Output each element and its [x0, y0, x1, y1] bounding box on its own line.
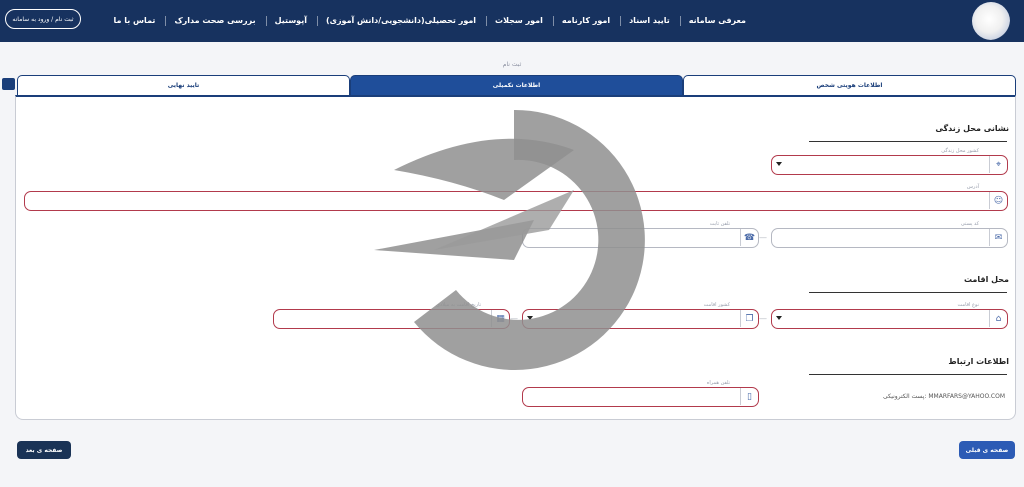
email-display: پست الکترونیکی: MMARFARS@YAHOO.COM [882, 393, 1005, 400]
chevron-down-icon [527, 316, 533, 320]
site-logo[interactable] [972, 2, 1010, 40]
country-select[interactable]: کشور محل زندگی ⌖ [771, 148, 1008, 175]
section-divider [809, 292, 1007, 293]
section-title-residence-address: نشانی محل زندگی [935, 124, 1009, 133]
address-label: آدرس [964, 184, 981, 190]
section-divider [809, 141, 1007, 142]
address-field[interactable]: آدرس ☺ [24, 184, 1008, 211]
section-divider [809, 374, 1007, 375]
nav-item-verify-documents[interactable]: بررسی صحت مدارک [165, 16, 263, 26]
email-value: MMARFARS@YAHOO.COM [928, 393, 1005, 400]
nav-item-transcripts[interactable]: امور کارنامه [552, 16, 618, 26]
top-navbar: ثبت نام / ورود به سامانه معرفی سامانه تا… [0, 0, 1024, 42]
phone-label: تلفن ثابت [707, 221, 732, 227]
residence-date-label: تاریخ اقامت به میلادی [434, 302, 483, 308]
step-tabs: اطلاعات هویتی شخص اطلاعات تکمیلی تایید ن… [17, 75, 1016, 95]
residence-country-select[interactable]: کشور اقامت ❐ [522, 302, 759, 329]
country-label: کشور محل زندگی [939, 148, 981, 154]
next-page-button[interactable]: صفحه ی بعد [17, 441, 71, 459]
prev-page-button[interactable]: صفحه ی قبلی [959, 441, 1015, 459]
email-label: پست الکترونیکی [882, 393, 925, 400]
nav-item-records[interactable]: امور سجلات [486, 16, 551, 26]
chevron-down-icon [776, 316, 782, 320]
calendar-icon: ▦ [491, 310, 509, 327]
separator-dash: — [510, 314, 518, 323]
postal-code-field[interactable]: کد پستی ✉ [771, 221, 1008, 248]
phone-field[interactable]: تلفن ثابت ☎ [522, 221, 759, 248]
user-address-icon: ☺ [989, 192, 1007, 209]
mobile-phone-icon: ▯ [740, 388, 758, 405]
mobile-field[interactable]: تلفن همراه ▯ [522, 380, 759, 407]
nav-item-apostille[interactable]: آپوستیل [265, 16, 315, 26]
login-register-button[interactable]: ثبت نام / ورود به سامانه [5, 9, 81, 29]
residence-type-label: نوع اقامت [955, 302, 981, 308]
residence-date-field[interactable]: تاریخ اقامت به میلادی ▦ [273, 302, 510, 329]
tab-personal-info[interactable]: اطلاعات هویتی شخص [683, 75, 1016, 95]
residence-type-select[interactable]: نوع اقامت ⌂ [771, 302, 1008, 329]
separator-dash: — [759, 314, 767, 323]
chevron-down-icon [776, 162, 782, 166]
nav-item-about[interactable]: معرفی سامانه [679, 16, 754, 26]
phone-icon: ☎ [740, 229, 758, 246]
separator-dash: — [759, 233, 767, 242]
residence-country-label: کشور اقامت [701, 302, 732, 308]
mobile-label: تلفن همراه [704, 380, 732, 386]
page-title: ثبت نام [502, 61, 522, 68]
nav-item-contact[interactable]: تماس با ما [105, 16, 163, 26]
postal-code-icon: ✉ [989, 229, 1007, 246]
postal-code-label: کد پستی [958, 221, 981, 227]
location-pin-icon: ⌖ [989, 156, 1007, 173]
tab-extra-info[interactable]: اطلاعات تکمیلی [350, 75, 683, 95]
document-icon: ❐ [740, 310, 758, 327]
section-title-contact: اطلاعات ارتباط [948, 357, 1009, 366]
section-title-residence-place: محل اقامت [963, 275, 1009, 284]
form-panel: نشانی محل زندگی کشور محل زندگی ⌖ آدرس ☺ … [15, 95, 1016, 420]
main-nav: معرفی سامانه تایید اسناد امور کارنامه ام… [105, 0, 754, 42]
side-handle[interactable] [2, 78, 15, 90]
home-icon: ⌂ [989, 310, 1007, 327]
nav-item-document-approval[interactable]: تایید اسناد [620, 16, 678, 26]
tab-final-approval[interactable]: تایید نهایی [17, 75, 350, 95]
nav-item-academic-affairs[interactable]: امور تحصیلی(دانشجویی/دانش آموزی) [316, 16, 484, 26]
